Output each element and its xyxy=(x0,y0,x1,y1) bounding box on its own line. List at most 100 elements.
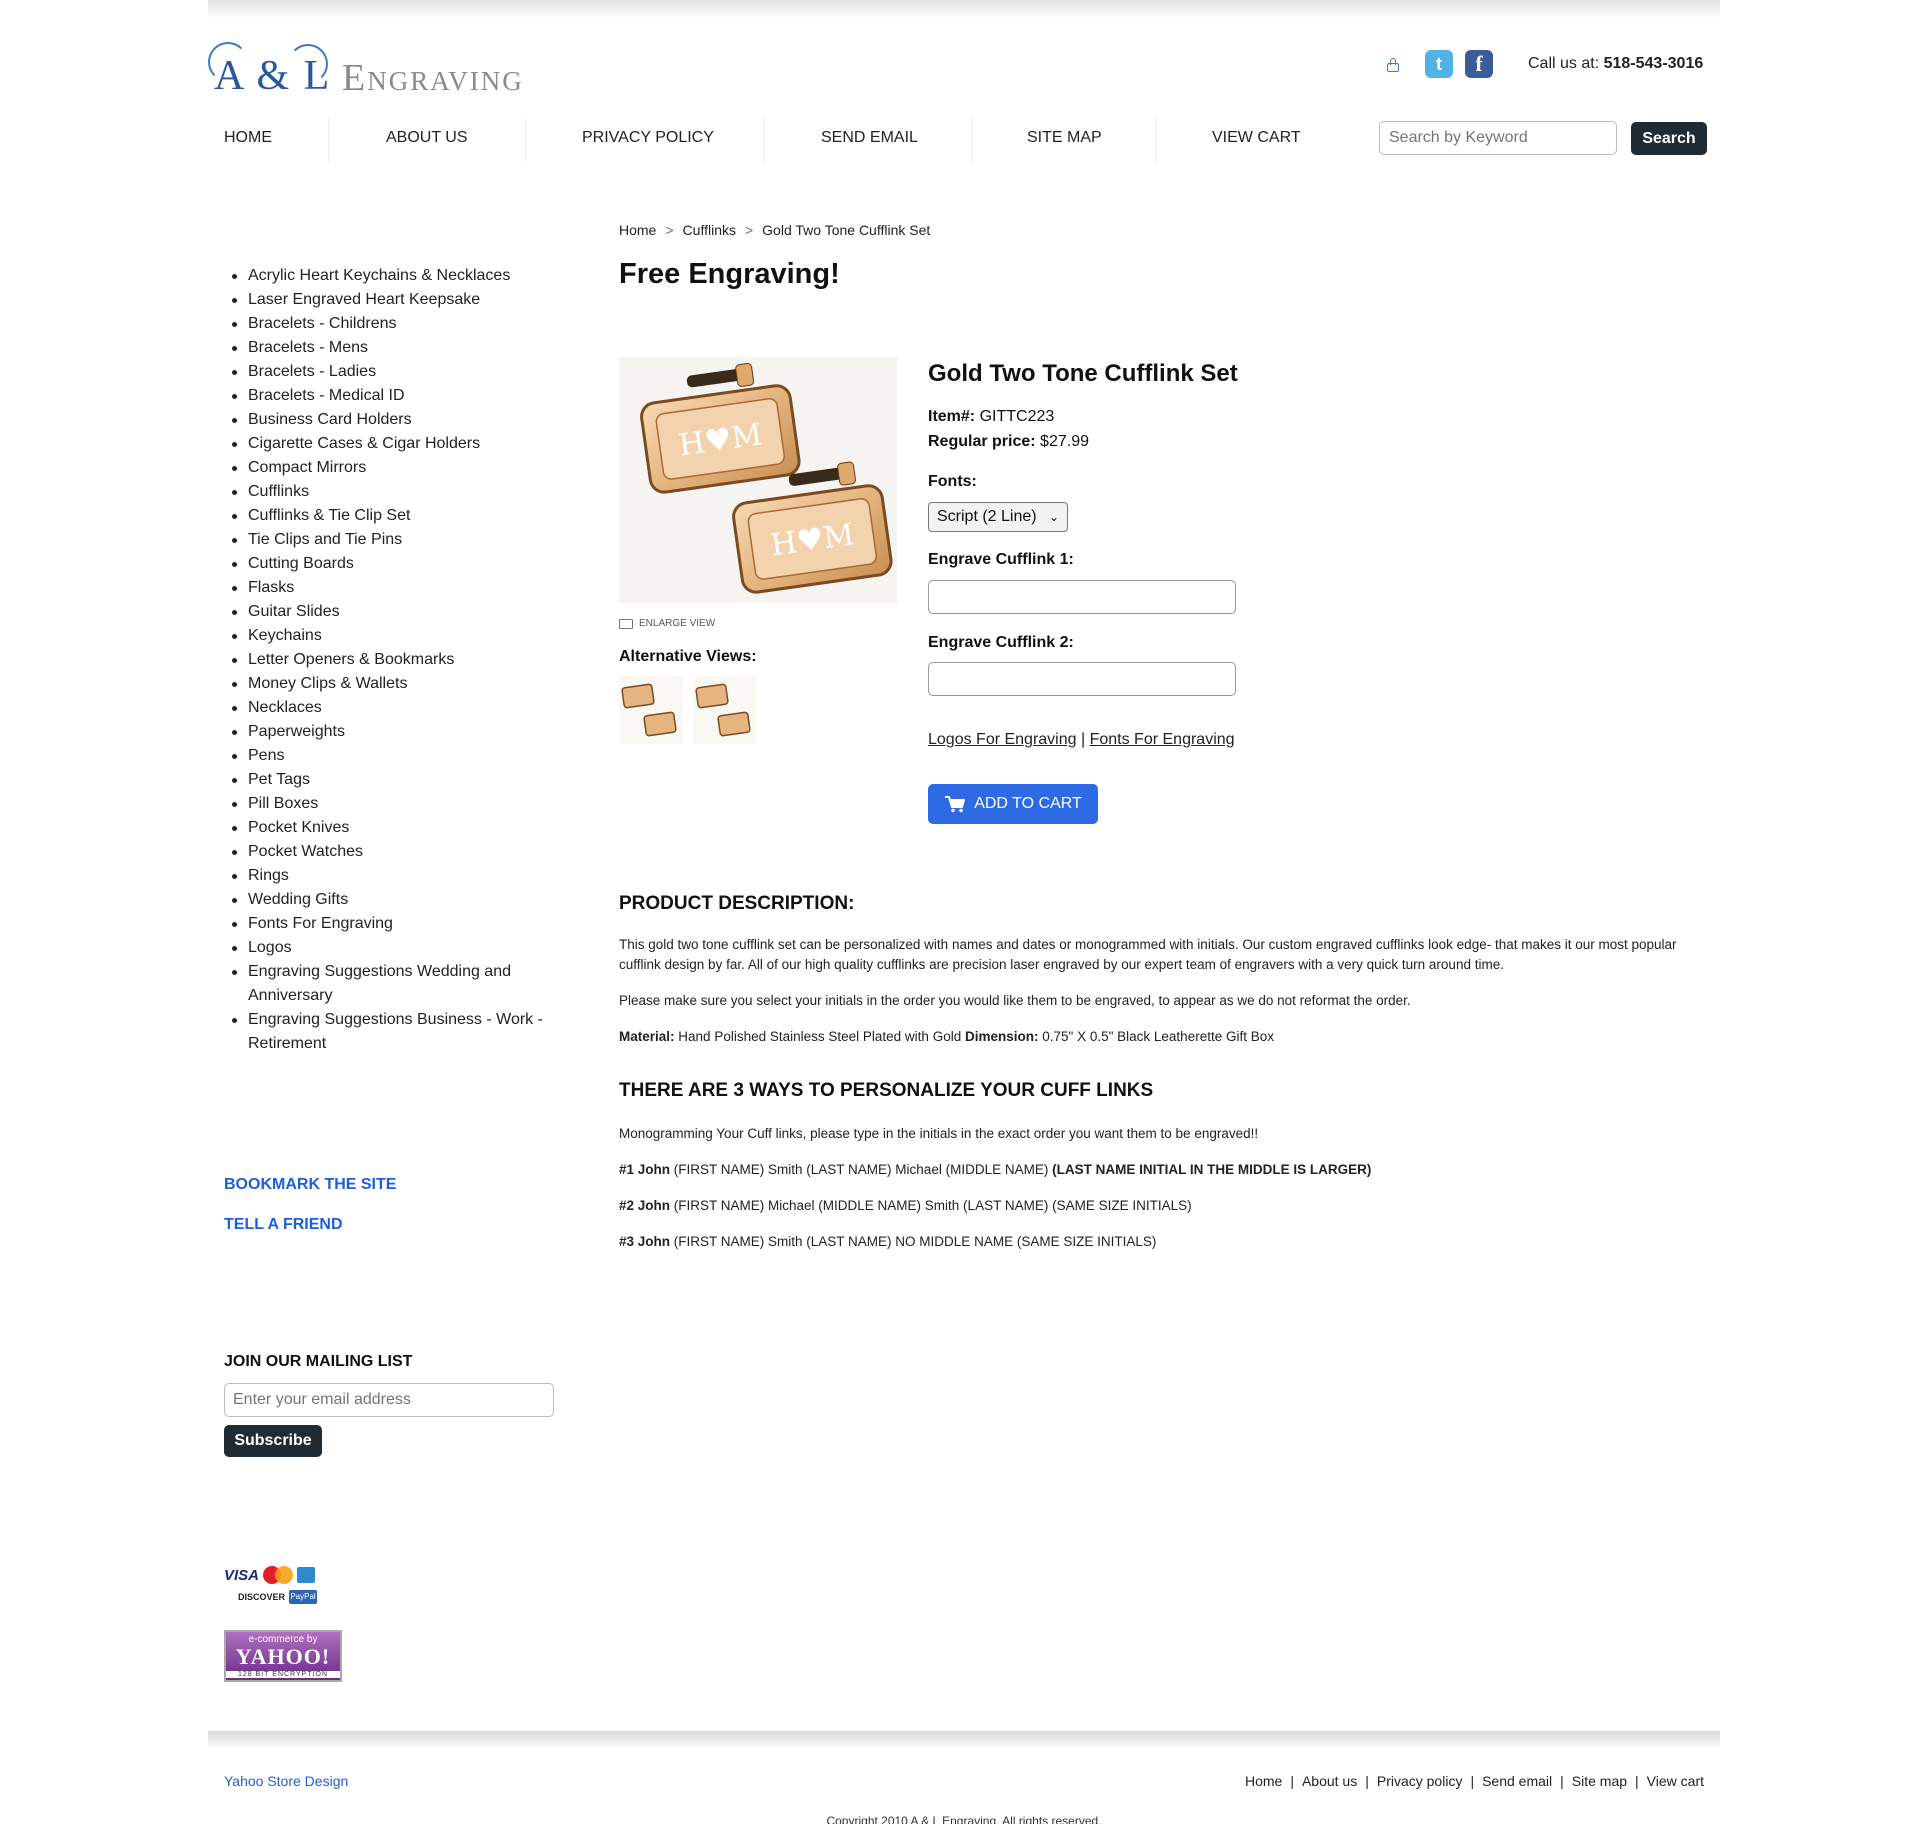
category-item[interactable]: Money Clips & Wallets xyxy=(224,672,564,696)
add-to-cart-button[interactable]: ADD TO CART xyxy=(928,784,1098,824)
enlarge-view-link[interactable]: ENLARGE VIEW xyxy=(619,618,715,629)
category-item[interactable]: Tie Clips and Tie Pins xyxy=(224,528,564,552)
alt-view-thumbnail[interactable] xyxy=(619,676,683,744)
chevron-down-icon: ⌄ xyxy=(1048,510,1059,524)
dimension-label: Dimension: xyxy=(964,1029,1039,1044)
footer-separator: | xyxy=(1560,1773,1564,1789)
product-image[interactable]: H♥M H♥M xyxy=(619,357,897,603)
copyright: Copyright 2010 A & L Engraving. All righ… xyxy=(826,1814,1102,1824)
footer-links: Home | About us | Privacy policy | Send email |… xyxy=(1245,1773,1704,1789)
bottom-shadow-bar xyxy=(208,1731,1720,1749)
category-item[interactable]: Cufflinks & Tie Clip Set xyxy=(224,504,564,528)
item-number-label: Item#: xyxy=(928,408,976,425)
footer-link[interactable]: Send email xyxy=(1482,1773,1552,1789)
facebook-icon[interactable]: f xyxy=(1465,50,1493,78)
footer-link[interactable]: Privacy policy xyxy=(1377,1773,1463,1789)
breadcrumb: Home > Cufflinks > Gold Two Tone Cufflink Se… xyxy=(619,222,931,238)
category-item[interactable]: Pocket Watches xyxy=(224,840,564,864)
subscribe-button[interactable]: Subscribe xyxy=(224,1425,322,1457)
footer-link[interactable]: Home xyxy=(1245,1773,1282,1789)
footer-separator: | xyxy=(1290,1773,1294,1789)
font-select[interactable]: Script (2 Line) ⌄ xyxy=(928,502,1068,532)
way-3-number: #3 John xyxy=(619,1234,671,1249)
alt-view-thumbnail[interactable] xyxy=(693,676,757,744)
category-sidebar: Acrylic Heart Keychains & Necklaces Laser… xyxy=(224,264,564,1056)
category-item[interactable]: Flasks xyxy=(224,576,564,600)
engrave-cufflink-2-label: Engrave Cufflink 2: xyxy=(928,634,1074,651)
category-item[interactable]: Guitar Slides xyxy=(224,600,564,624)
engrave-cufflink-2-input[interactable] xyxy=(928,662,1236,696)
footer-link[interactable]: Site map xyxy=(1572,1773,1627,1789)
nav-site-map[interactable]: SITE MAP xyxy=(972,118,1155,162)
category-item[interactable]: Wedding Gifts xyxy=(224,888,564,912)
material-dimension: Material: Hand Polished Stainless Steel … xyxy=(619,1027,1699,1047)
category-item[interactable]: Bracelets - Ladies xyxy=(224,360,564,384)
bookmark-link[interactable]: BOOKMARK THE SITE xyxy=(224,1176,396,1194)
logos-for-engraving-link[interactable]: Logos For Engraving xyxy=(928,731,1077,748)
mastercard-icon xyxy=(263,1566,294,1584)
cufflinks-illustration: H♥M H♥M xyxy=(640,362,893,594)
email-field[interactable] xyxy=(224,1383,554,1417)
breadcrumb-cufflinks[interactable]: Cufflinks xyxy=(683,222,736,238)
category-item[interactable]: Fonts For Engraving xyxy=(224,912,564,936)
personalize-way-3: #3 John (FIRST NAME) Smith (LAST NAME) N… xyxy=(619,1232,1699,1252)
category-item[interactable]: Cutting Boards xyxy=(224,552,564,576)
category-item[interactable]: Bracelets - Medical ID xyxy=(224,384,564,408)
site-logo[interactable]: A & L Engraving xyxy=(208,42,568,99)
nav-privacy-policy[interactable]: PRIVACY POLICY xyxy=(526,118,764,162)
category-item[interactable]: Keychains xyxy=(224,624,564,648)
promo-heading: Free Engraving! xyxy=(619,258,840,290)
fonts-for-engraving-link[interactable]: Fonts For Engraving xyxy=(1090,731,1235,748)
search-input[interactable] xyxy=(1379,121,1617,155)
yahoo-ecommerce-badge[interactable]: e-commerce by YAHOO! 128 BIT ENCRYPTION xyxy=(224,1630,342,1682)
category-item[interactable]: Bracelets - Childrens xyxy=(224,312,564,336)
category-item[interactable]: Rings xyxy=(224,864,564,888)
personalize-way-2: #2 John (FIRST NAME) Michael (MIDDLE NAM… xyxy=(619,1196,1699,1216)
category-item[interactable]: Business Card Holders xyxy=(224,408,564,432)
engraving-links: Logos For Engraving | Fonts For Engravin… xyxy=(928,731,1235,749)
personalize-way-1: #1 John (FIRST NAME) Smith (LAST NAME) M… xyxy=(619,1160,1699,1180)
mailing-list-title: JOIN OUR MAILING LIST xyxy=(224,1353,413,1370)
product-description-heading: PRODUCT DESCRIPTION: xyxy=(619,893,855,914)
footer-link[interactable]: View cart xyxy=(1647,1773,1704,1789)
nav-home[interactable]: HOME xyxy=(208,118,328,162)
twitter-icon[interactable]: t xyxy=(1425,50,1453,78)
yahoo-store-design-link[interactable]: Yahoo Store Design xyxy=(224,1773,348,1789)
category-item[interactable]: Pocket Knives xyxy=(224,816,564,840)
phone-number: 518-543-3016 xyxy=(1603,55,1704,72)
nav-about-us[interactable]: ABOUT US xyxy=(329,118,525,162)
payment-cards: VISA DISCOVER PayPal xyxy=(224,1566,320,1604)
category-item[interactable]: Logos xyxy=(224,936,564,960)
category-item[interactable]: Pens xyxy=(224,744,564,768)
enlarge-icon xyxy=(619,618,633,629)
category-item[interactable]: Letter Openers & Bookmarks xyxy=(224,648,564,672)
category-item[interactable]: Pill Boxes xyxy=(224,792,564,816)
category-item[interactable]: Pet Tags xyxy=(224,768,564,792)
category-item[interactable]: Cigarette Cases & Cigar Holders xyxy=(224,432,564,456)
category-item[interactable]: Paperweights xyxy=(224,720,564,744)
category-item[interactable]: Cufflinks xyxy=(224,480,564,504)
category-item[interactable]: Laser Engraved Heart Keepsake xyxy=(224,288,564,312)
footer-separator: | xyxy=(1470,1773,1475,1789)
paypal-logo: PayPal xyxy=(289,1590,318,1604)
logo-engraving-text: Engraving xyxy=(342,57,524,99)
way-3-text: (FIRST NAME) Smith (LAST NAME) NO MIDDLE… xyxy=(673,1234,1157,1249)
category-item[interactable]: Acrylic Heart Keychains & Necklaces xyxy=(224,264,564,288)
main-nav: HOME ABOUT US PRIVACY POLICY SEND EMAIL … xyxy=(208,118,1336,162)
way-2-number: #2 John xyxy=(619,1198,671,1213)
footer-link[interactable]: About us xyxy=(1302,1773,1357,1789)
nav-send-email[interactable]: SEND EMAIL xyxy=(765,118,971,162)
engrave-cufflink-1-input[interactable] xyxy=(928,580,1236,614)
tell-a-friend-link[interactable]: TELL A FRIEND xyxy=(224,1216,343,1234)
breadcrumb-home[interactable]: Home xyxy=(619,222,656,238)
search-button[interactable]: Search xyxy=(1631,122,1707,155)
category-item[interactable]: Bracelets - Mens xyxy=(224,336,564,360)
category-item[interactable]: Engraving Suggestions Wedding and Annive… xyxy=(224,960,564,1008)
personalize-intro: Monogramming Your Cuff links, please typ… xyxy=(619,1126,1259,1141)
category-item[interactable]: Compact Mirrors xyxy=(224,456,564,480)
call-us-label: Call us at: xyxy=(1528,55,1600,72)
header-icons: t f xyxy=(1387,50,1493,78)
nav-view-cart[interactable]: VIEW CART xyxy=(1156,118,1336,162)
category-item[interactable]: Engraving Suggestions Business - Work - … xyxy=(224,1008,564,1056)
category-item[interactable]: Necklaces xyxy=(224,696,564,720)
